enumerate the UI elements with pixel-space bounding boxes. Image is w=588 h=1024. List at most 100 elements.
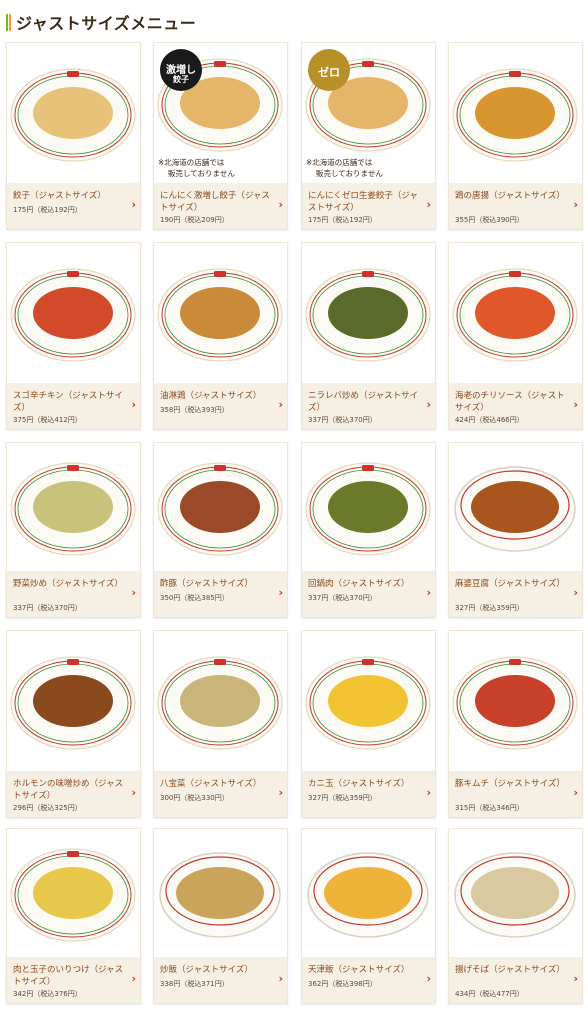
menu-card[interactable]: 回鍋肉（ジャストサイズ） 337円（税込370円） › xyxy=(301,442,436,618)
menu-card-info[interactable]: 酢豚（ジャストサイズ） 350円（税込385円） › xyxy=(154,571,287,617)
menu-card[interactable]: 鶏の唐揚（ジャストサイズ） 355円（税込390円） › xyxy=(448,42,583,230)
menu-card-info[interactable]: 揚げそば（ジャストサイズ） 434円（税込477円） › xyxy=(449,957,582,1003)
menu-item-name[interactable]: 豚キムチ（ジャストサイズ） xyxy=(455,778,567,790)
tenshinhan-bowl-image[interactable] xyxy=(302,829,435,957)
menu-card-info[interactable]: 豚キムチ（ジャストサイズ） 315円（税込346円） › xyxy=(449,771,582,817)
chevron-right-icon[interactable]: › xyxy=(278,786,283,799)
menu-card[interactable]: 八宝菜（ジャストサイズ） 300円（税込330円） › xyxy=(153,630,288,818)
menu-card[interactable]: カニ玉（ジャストサイズ） 327円（税込359円） › xyxy=(301,630,436,818)
menu-item-name[interactable]: 海老のチリソース（ジャストサイズ） xyxy=(455,390,567,414)
menu-card-info[interactable]: 回鍋肉（ジャストサイズ） 337円（税込370円） › xyxy=(302,571,435,617)
menu-item-name[interactable]: 炒飯（ジャストサイズ） xyxy=(160,964,272,976)
nira-reba-plate-image[interactable] xyxy=(302,243,435,383)
garlic-gyoza-plate-image[interactable]: 激増し 餃子 ※北海道の店舗では 販売しておりません xyxy=(154,43,287,183)
menu-card[interactable]: 野菜炒め（ジャストサイズ） 337円（税込370円） › xyxy=(6,442,141,618)
menu-card[interactable]: 麻婆豆腐（ジャストサイズ） 327円（税込359円） › xyxy=(448,442,583,618)
menu-item-name[interactable]: 回鍋肉（ジャストサイズ） xyxy=(308,578,420,590)
menu-item-name[interactable]: 麻婆豆腐（ジャストサイズ） xyxy=(455,578,567,590)
chevron-right-icon[interactable]: › xyxy=(426,398,431,411)
menu-card[interactable]: ゼロ ※北海道の店舗では 販売しておりません にんにくゼロ生姜餃子（ジャストサイズ） 1… xyxy=(301,42,436,230)
menu-card-info[interactable]: 天津飯（ジャストサイズ） 362円（税込398円） › xyxy=(302,957,435,1003)
menu-item-name[interactable]: カニ玉（ジャストサイズ） xyxy=(308,778,420,790)
gyoza-plate-image[interactable] xyxy=(7,43,140,183)
menu-item-name[interactable]: 揚げそば（ジャストサイズ） xyxy=(455,964,567,976)
menu-card-info[interactable]: 八宝菜（ジャストサイズ） 300円（税込330円） › xyxy=(154,771,287,817)
menu-card-info[interactable]: ホルモンの味噌炒め（ジャストサイズ） 296円（税込325円） › xyxy=(7,771,140,817)
menu-card-info[interactable]: 野菜炒め（ジャストサイズ） 337円（税込370円） › xyxy=(7,571,140,617)
chevron-right-icon[interactable]: › xyxy=(426,586,431,599)
karaage-plate-image[interactable] xyxy=(449,43,582,183)
menu-card[interactable]: ホルモンの味噌炒め（ジャストサイズ） 296円（税込325円） › xyxy=(6,630,141,818)
chevron-right-icon[interactable]: › xyxy=(573,198,578,211)
menu-card[interactable]: 酢豚（ジャストサイズ） 350円（税込385円） › xyxy=(153,442,288,618)
menu-item-name[interactable]: ホルモンの味噌炒め（ジャストサイズ） xyxy=(13,778,125,802)
menu-item-name[interactable]: 天津飯（ジャストサイズ） xyxy=(308,964,420,976)
chevron-right-icon[interactable]: › xyxy=(131,586,136,599)
chevron-right-icon[interactable]: › xyxy=(573,972,578,985)
menu-item-name[interactable]: 八宝菜（ジャストサイズ） xyxy=(160,778,272,790)
menu-card-info[interactable]: スゴ辛チキン（ジャストサイズ） 375円（税込412円） › xyxy=(7,383,140,429)
menu-card-info[interactable]: 餃子（ジャストサイズ） 175円（税込192円） › xyxy=(7,183,140,229)
chevron-right-icon[interactable]: › xyxy=(131,786,136,799)
menu-item-name[interactable]: 鶏の唐揚（ジャストサイズ） xyxy=(455,190,567,202)
chevron-right-icon[interactable]: › xyxy=(278,972,283,985)
menu-card[interactable]: 炒飯（ジャストサイズ） 338円（税込371円） › xyxy=(153,828,288,1004)
menu-item-name[interactable]: にんにく激増し餃子（ジャストサイズ） xyxy=(160,190,272,214)
yurinchi-plate-image[interactable] xyxy=(154,243,287,383)
yasai-itame-plate-image[interactable] xyxy=(7,443,140,571)
chevron-right-icon[interactable]: › xyxy=(278,198,283,211)
menu-card-info[interactable]: カニ玉（ジャストサイズ） 327円（税込359円） › xyxy=(302,771,435,817)
menu-card[interactable]: 肉と玉子のいりつけ（ジャストサイズ） 342円（税込376円） › xyxy=(6,828,141,1004)
chevron-right-icon[interactable]: › xyxy=(131,972,136,985)
spicy-chicken-plate-image[interactable] xyxy=(7,243,140,383)
niku-tamago-plate-image[interactable] xyxy=(7,829,140,957)
chevron-right-icon[interactable]: › xyxy=(278,586,283,599)
menu-item-name[interactable]: ニラレバ炒め（ジャストサイズ） xyxy=(308,390,420,414)
menu-card-info[interactable]: 鶏の唐揚（ジャストサイズ） 355円（税込390円） › xyxy=(449,183,582,229)
menu-item-name[interactable]: 餃子（ジャストサイズ） xyxy=(13,190,125,202)
chevron-right-icon[interactable]: › xyxy=(573,398,578,411)
buta-kimchi-plate-image[interactable] xyxy=(449,631,582,771)
menu-item-name[interactable]: 野菜炒め（ジャストサイズ） xyxy=(13,578,125,590)
horumon-plate-image[interactable] xyxy=(7,631,140,771)
menu-card-info[interactable]: にんにく激増し餃子（ジャストサイズ） 190円（税込209円） › xyxy=(154,183,287,229)
menu-card[interactable]: 海老のチリソース（ジャストサイズ） 424円（税込466円） › xyxy=(448,242,583,430)
menu-card-info[interactable]: 海老のチリソース（ジャストサイズ） 424円（税込466円） › xyxy=(449,383,582,429)
menu-card-info[interactable]: 油淋鶏（ジャストサイズ） 358円（税込393円） › xyxy=(154,383,287,429)
chevron-right-icon[interactable]: › xyxy=(426,972,431,985)
kanitama-plate-image[interactable] xyxy=(302,631,435,771)
menu-card[interactable]: 揚げそば（ジャストサイズ） 434円（税込477円） › xyxy=(448,828,583,1004)
happosai-plate-image[interactable] xyxy=(154,631,287,771)
chevron-right-icon[interactable]: › xyxy=(426,198,431,211)
ginger-gyoza-plate-image[interactable]: ゼロ ※北海道の店舗では 販売しておりません xyxy=(302,43,435,183)
chahan-bowl-image[interactable] xyxy=(154,829,287,957)
menu-item-name[interactable]: 酢豚（ジャストサイズ） xyxy=(160,578,272,590)
menu-card[interactable]: スゴ辛チキン（ジャストサイズ） 375円（税込412円） › xyxy=(6,242,141,430)
menu-card[interactable]: 油淋鶏（ジャストサイズ） 358円（税込393円） › xyxy=(153,242,288,430)
menu-card-info[interactable]: ニラレバ炒め（ジャストサイズ） 337円（税込370円） › xyxy=(302,383,435,429)
menu-item-name[interactable]: 油淋鶏（ジャストサイズ） xyxy=(160,390,272,402)
chevron-right-icon[interactable]: › xyxy=(573,586,578,599)
chevron-right-icon[interactable]: › xyxy=(573,786,578,799)
menu-card[interactable]: 餃子（ジャストサイズ） 175円（税込192円） › xyxy=(6,42,141,230)
chevron-right-icon[interactable]: › xyxy=(131,198,136,211)
menu-card-info[interactable]: 炒飯（ジャストサイズ） 338円（税込371円） › xyxy=(154,957,287,1003)
ebi-chili-plate-image[interactable] xyxy=(449,243,582,383)
chevron-right-icon[interactable]: › xyxy=(278,398,283,411)
chevron-right-icon[interactable]: › xyxy=(426,786,431,799)
subuta-plate-image[interactable] xyxy=(154,443,287,571)
age-soba-bowl-image[interactable] xyxy=(449,829,582,957)
chevron-right-icon[interactable]: › xyxy=(131,398,136,411)
menu-card[interactable]: 天津飯（ジャストサイズ） 362円（税込398円） › xyxy=(301,828,436,1004)
menu-card-info[interactable]: にんにくゼロ生姜餃子（ジャストサイズ） 175円（税込192円） › xyxy=(302,183,435,229)
menu-card[interactable]: ニラレバ炒め（ジャストサイズ） 337円（税込370円） › xyxy=(301,242,436,430)
hoikoro-plate-image[interactable] xyxy=(302,443,435,571)
menu-card-info[interactable]: 肉と玉子のいりつけ（ジャストサイズ） 342円（税込376円） › xyxy=(7,957,140,1003)
menu-item-name[interactable]: 肉と玉子のいりつけ（ジャストサイズ） xyxy=(13,964,125,988)
mabo-tofu-bowl-image[interactable] xyxy=(449,443,582,571)
menu-item-name[interactable]: スゴ辛チキン（ジャストサイズ） xyxy=(13,390,125,414)
menu-card[interactable]: 豚キムチ（ジャストサイズ） 315円（税込346円） › xyxy=(448,630,583,818)
menu-item-name[interactable]: にんにくゼロ生姜餃子（ジャストサイズ） xyxy=(308,190,420,214)
menu-card[interactable]: 激増し 餃子 ※北海道の店舗では 販売しておりません にんにく激増し餃子（ジャストサイズ… xyxy=(153,42,288,230)
menu-card-info[interactable]: 麻婆豆腐（ジャストサイズ） 327円（税込359円） › xyxy=(449,571,582,617)
